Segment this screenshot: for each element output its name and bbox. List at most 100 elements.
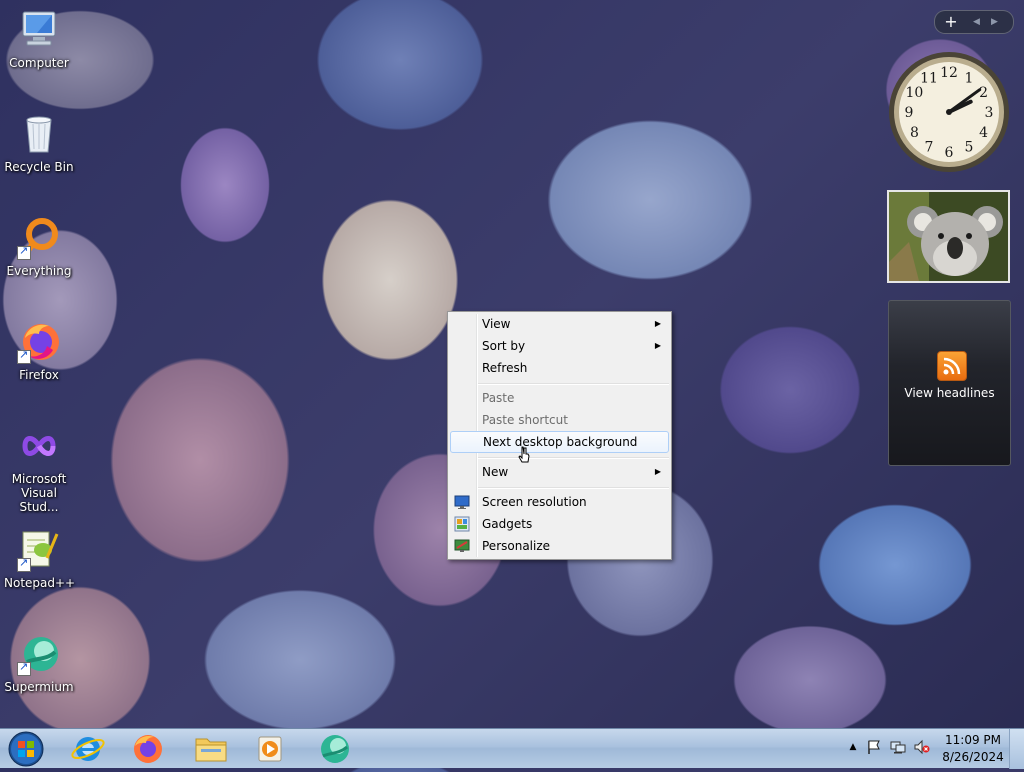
feed-headlines-gadget[interactable]: View headlines [888, 300, 1011, 466]
clock-numeral: 5 [965, 140, 974, 156]
submenu-arrow-icon: ▶ [654, 319, 661, 328]
desktop-icon-label: Recycle Bin [4, 160, 74, 174]
file-explorer-icon [195, 738, 227, 762]
menu-item-label: View [482, 317, 511, 331]
computer-icon [17, 8, 61, 52]
desktop-icon-visual-studio[interactable]: Microsoft Visual Stud... [4, 424, 74, 514]
clock-numeral: 8 [910, 125, 919, 141]
slideshow-gadget[interactable] [887, 190, 1010, 283]
desktop-icon-computer[interactable]: Computer [4, 8, 74, 70]
desktop-icon-label: Firefox [19, 368, 59, 382]
menu-item-label: Screen resolution [482, 495, 587, 509]
screen-resolution-icon [454, 495, 470, 509]
desktop-icon-firefox[interactable]: Firefox [4, 320, 74, 382]
internet-explorer-icon [71, 737, 105, 761]
notepadpp-icon [17, 528, 61, 572]
clock-gadget[interactable]: 12 1 2 3 4 5 6 7 8 9 10 11 [885, 48, 1013, 176]
clock-numeral: 4 [979, 125, 988, 141]
clock-numeral: 1 [965, 70, 974, 86]
shortcut-arrow-icon [17, 244, 31, 260]
clock-numeral: 11 [920, 70, 938, 86]
personalize-icon [454, 539, 470, 552]
add-gadget-button[interactable]: + [941, 11, 961, 33]
menu-item-paste: Paste [450, 387, 669, 409]
mouse-cursor-icon [518, 446, 530, 463]
taskbar-clock[interactable]: 11:09 PM 8/26/2024 [938, 732, 1008, 766]
firefox-icon [134, 735, 162, 763]
clock-face: 12 12 3 45678 9 1011 [889, 52, 1009, 172]
menu-item-label: Refresh [482, 361, 528, 375]
clock-numeral: 6 [945, 145, 954, 161]
taskbar-firefox[interactable] [124, 731, 172, 767]
menu-item-personalize[interactable]: Personalize [450, 535, 669, 557]
desktop-icon-label: Computer [9, 56, 69, 70]
desktop-icon-label: Notepad++ [4, 576, 76, 590]
menu-item-view[interactable]: View ▶ [450, 313, 669, 335]
taskbar-supermium[interactable] [311, 731, 359, 767]
supermium-icon [321, 735, 349, 763]
desktop-icon-recycle-bin[interactable]: Recycle Bin [4, 112, 74, 174]
action-center-flag-icon[interactable] [866, 739, 882, 755]
desktop-icon-supermium[interactable]: Supermium [4, 632, 74, 694]
taskbar-date: 8/26/2024 [942, 750, 1004, 764]
koala-photo [889, 192, 1008, 281]
submenu-arrow-icon: ▶ [654, 341, 661, 350]
clock-numeral: 10 [905, 85, 923, 101]
firefox-icon [17, 320, 61, 364]
desktop-icon-label: Everything [6, 264, 72, 278]
menu-item-label: Paste shortcut [482, 413, 568, 427]
menu-item-label: New [482, 465, 509, 479]
shortcut-arrow-icon [17, 556, 31, 572]
visual-studio-icon [17, 424, 61, 468]
taskbar-file-explorer[interactable] [187, 731, 235, 767]
everything-icon [17, 216, 61, 260]
menu-item-paste-shortcut: Paste shortcut [450, 409, 669, 431]
menu-separator [478, 457, 669, 459]
taskbar-time: 11:09 PM [945, 733, 1001, 747]
show-hidden-icons-arrow[interactable]: ▲ [845, 739, 861, 755]
clock-numeral: 2 [979, 85, 988, 101]
show-desktop-button[interactable] [1009, 729, 1024, 769]
recycle-bin-icon [17, 112, 61, 156]
windows-logo-icon [8, 731, 44, 767]
desktop-icon-notepadpp[interactable]: Notepad++ [4, 528, 76, 590]
menu-item-screen-resolution[interactable]: Screen resolution [450, 491, 669, 513]
taskbar: ▲ 11:09 PM 8/26/2024 [0, 728, 1024, 769]
desktop-icon-everything[interactable]: Everything [4, 216, 74, 278]
clock-numeral: 3 [985, 105, 994, 121]
menu-item-label: Paste [482, 391, 515, 405]
menu-item-label: Gadgets [482, 517, 533, 531]
clock-numeral: 9 [905, 105, 914, 121]
network-icon[interactable] [890, 739, 906, 755]
gadget-next-icon[interactable]: ▶ [991, 11, 1005, 33]
clock-numeral: 12 [940, 65, 958, 81]
taskbar-media-player[interactable] [246, 731, 294, 767]
menu-item-label: Sort by [482, 339, 526, 353]
menu-item-refresh[interactable]: Refresh [450, 357, 669, 379]
gadgets-icon [454, 516, 470, 532]
shortcut-arrow-icon [17, 348, 31, 364]
media-player-icon [258, 736, 282, 762]
submenu-arrow-icon: ▶ [654, 467, 661, 476]
rss-feed-icon [937, 351, 967, 381]
menu-item-label: Personalize [482, 539, 551, 553]
menu-item-next-desktop-background[interactable]: Next desktop background [450, 431, 669, 453]
gadget-prev-icon[interactable]: ◀ [973, 11, 987, 33]
menu-item-sort-by[interactable]: Sort by ▶ [450, 335, 669, 357]
clock-numeral: 7 [925, 140, 934, 156]
start-button[interactable] [5, 729, 47, 769]
desktop-icon-label: Microsoft Visual Stud... [11, 472, 67, 514]
gadget-toolbar: + ◀ ▶ [934, 10, 1014, 34]
menu-item-gadgets[interactable]: Gadgets [450, 513, 669, 535]
menu-separator [478, 383, 669, 385]
volume-muted-icon[interactable] [914, 739, 930, 755]
menu-separator [478, 487, 669, 489]
supermium-icon [17, 632, 61, 676]
menu-item-new[interactable]: New ▶ [450, 461, 669, 483]
desktop-icon-label: Supermium [4, 680, 74, 694]
taskbar-internet-explorer[interactable] [64, 731, 112, 767]
view-headlines-link[interactable]: View headlines [889, 386, 1010, 400]
desktop-context-menu: View ▶ Sort by ▶ Refresh Paste Paste sho… [447, 311, 672, 560]
menu-item-label: Next desktop background [483, 435, 638, 449]
shortcut-arrow-icon [17, 660, 31, 676]
